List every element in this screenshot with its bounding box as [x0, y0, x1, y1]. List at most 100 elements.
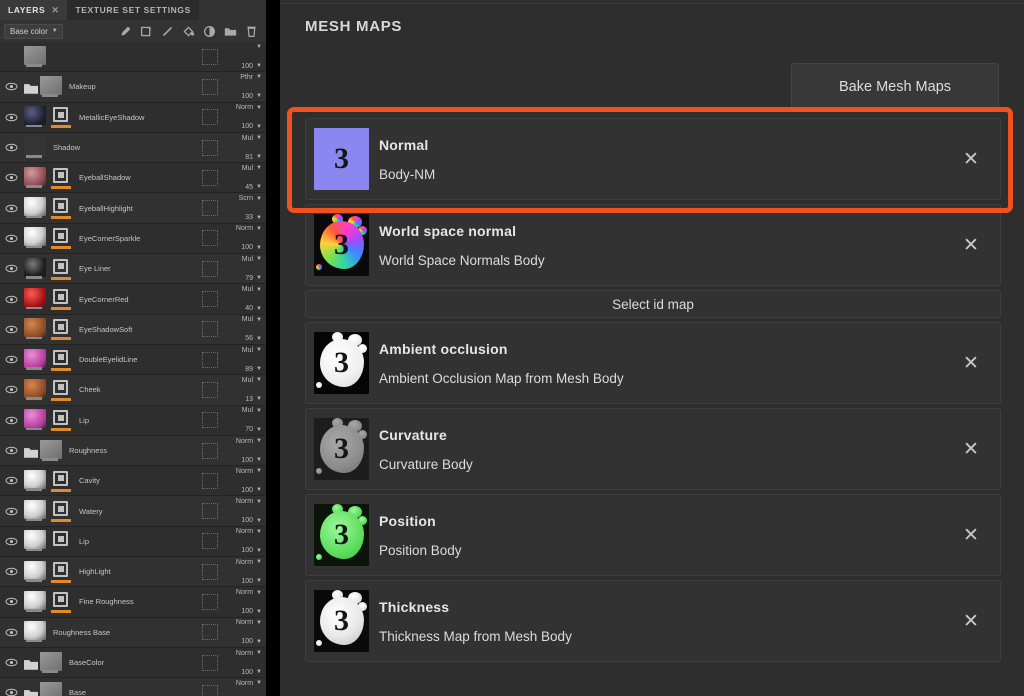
layer-mask-slot[interactable] [202, 472, 218, 489]
layer-row[interactable]: DoubleEyelidLine Mul ▼ 89 ▼ [0, 344, 266, 376]
layer-visibility-eye-icon[interactable] [0, 597, 22, 606]
mesh-map-thumbnail[interactable]: 3 [314, 590, 369, 652]
layer-mask-slot[interactable] [202, 503, 218, 520]
layer-mask-icon[interactable] [50, 288, 74, 311]
layer-thumbnail[interactable] [22, 288, 48, 310]
mesh-map-card[interactable]: 3 Thickness Thickness Map from Mesh Body ✕ [305, 580, 1001, 662]
layer-opacity[interactable]: 79 ▼ [245, 275, 262, 282]
channel-select[interactable]: Base color ▼ [4, 23, 63, 39]
remove-mesh-map-button[interactable]: ✕ [942, 438, 1000, 461]
close-icon[interactable]: ✕ [51, 5, 59, 15]
layer-visibility-eye-icon[interactable] [0, 507, 22, 516]
layer-row[interactable]: Lip Mul ▼ 70 ▼ [0, 405, 266, 436]
layer-visibility-eye-icon[interactable] [0, 476, 22, 485]
layer-blend-mode[interactable]: Norm ▼ [236, 225, 262, 232]
folder-icon[interactable] [224, 25, 237, 38]
mesh-map-card[interactable]: 3 Position Position Body ✕ [305, 494, 1001, 576]
layer-opacity[interactable]: 70 ▼ [245, 426, 262, 433]
layer-blend-mode[interactable]: Scrn ▼ [239, 195, 262, 202]
layer-blend-mode[interactable]: Norm ▼ [236, 589, 262, 596]
layer-opacity[interactable]: 100 ▼ [241, 669, 262, 676]
layer-row[interactable]: EyeShadowSoft Mul ▼ 56 ▼ [0, 314, 266, 345]
layer-thumbnail[interactable] [22, 106, 48, 128]
layer-mask-slot[interactable] [202, 291, 218, 308]
layer-blend-mode[interactable]: Mul ▼ [242, 316, 262, 323]
layer-mask-icon[interactable] [50, 500, 74, 523]
layer-opacity[interactable]: 100 ▼ [241, 638, 262, 645]
mesh-map-card[interactable]: 3 Normal Body-NM ✕ [305, 118, 1001, 200]
mesh-map-thumbnail[interactable]: 3 [314, 504, 369, 566]
layer-thumbnail[interactable] [38, 651, 64, 674]
layer-blend-mode[interactable]: Norm ▼ [236, 468, 262, 475]
layer-mask-slot[interactable] [202, 563, 218, 580]
layer-row[interactable]: MetallicEyeShadow Norm ▼ 100 ▼ [0, 102, 266, 133]
layer-visibility-eye-icon[interactable] [0, 204, 22, 213]
layer-mask-slot[interactable] [202, 533, 218, 550]
layer-mask-slot[interactable] [202, 321, 218, 338]
layer-blend-mode[interactable]: Mul ▼ [242, 407, 262, 414]
layer-thumbnail[interactable] [38, 75, 64, 98]
layer-visibility-eye-icon[interactable] [0, 385, 22, 394]
layer-blend-mode[interactable]: Mul ▼ [242, 347, 262, 354]
remove-mesh-map-button[interactable]: ✕ [942, 610, 1000, 633]
remove-mesh-map-button[interactable]: ✕ [942, 234, 1000, 257]
layer-opacity[interactable]: 100 ▼ [241, 578, 262, 585]
mesh-map-thumbnail[interactable]: 3 [314, 332, 369, 394]
layer-thumbnail[interactable] [22, 530, 48, 552]
layer-visibility-eye-icon[interactable] [0, 416, 22, 425]
layer-mask-slot[interactable] [202, 442, 218, 459]
layer-mask-slot[interactable] [202, 260, 218, 277]
layer-row[interactable]: Cheek Mul ▼ 13 ▼ [0, 375, 266, 406]
layer-thumbnail[interactable] [38, 681, 64, 696]
projection-icon[interactable] [203, 25, 216, 38]
layer-thumbnail[interactable] [22, 469, 48, 492]
layer-mask-slot[interactable] [202, 654, 218, 671]
layer-mask-slot[interactable] [202, 351, 218, 368]
layer-thumbnail[interactable] [22, 560, 48, 583]
layer-blend-mode[interactable]: Mul ▼ [242, 377, 262, 384]
layer-visibility-eye-icon[interactable] [0, 295, 22, 304]
layer-visibility-eye-icon[interactable] [0, 537, 22, 546]
layer-visibility-eye-icon[interactable] [0, 82, 22, 91]
layer-mask-icon[interactable] [50, 106, 74, 129]
layer-visibility-eye-icon[interactable] [0, 446, 22, 455]
layer-opacity[interactable]: 13 ▼ [245, 396, 262, 403]
layer-mask-slot[interactable] [202, 169, 218, 186]
layer-blend-mode[interactable]: Norm ▼ [236, 498, 262, 505]
layer-visibility-eye-icon[interactable] [0, 658, 22, 667]
layer-mask-slot[interactable] [202, 200, 218, 217]
layer-row[interactable]: Shadow Mul ▼ 81 ▼ [0, 132, 266, 164]
layer-row[interactable]: Watery Norm ▼ 100 ▼ [0, 496, 266, 527]
layer-thumbnail[interactable] [22, 227, 48, 249]
layer-list[interactable]: ▼ 100 ▼ Makeup Pthr ▼ 100 ▼ MetallicEyeShadow Nor… [0, 42, 266, 696]
mesh-map-card[interactable]: 3 World space normal World Space Normals B… [305, 204, 1001, 286]
layer-thumbnail[interactable] [38, 439, 64, 462]
layer-opacity[interactable]: 40 ▼ [245, 305, 262, 312]
layer-visibility-eye-icon[interactable] [0, 234, 22, 243]
layer-blend-mode[interactable]: Mul ▼ [242, 135, 262, 142]
layer-visibility-eye-icon[interactable] [0, 628, 22, 637]
layer-blend-mode[interactable]: Norm ▼ [236, 619, 262, 626]
layer-thumbnail[interactable] [22, 500, 48, 522]
layer-opacity[interactable]: 100 ▼ [241, 123, 262, 130]
layer-opacity[interactable]: 100 ▼ [241, 608, 262, 615]
select-id-map-button[interactable]: Select id map [305, 290, 1001, 318]
layer-blend-mode[interactable]: ▼ [253, 44, 262, 50]
layer-blend-mode[interactable]: Norm ▼ [236, 559, 262, 566]
line-icon[interactable] [161, 25, 174, 38]
layer-row[interactable]: EyeballHighlight Scrn ▼ 33 ▼ [0, 193, 266, 224]
layer-mask-icon[interactable] [50, 530, 74, 552]
mesh-map-card[interactable]: 3 Ambient occlusion Ambient Occlusion Map … [305, 322, 1001, 404]
layer-opacity[interactable]: 100 ▼ [241, 517, 262, 524]
layer-mask-icon[interactable] [50, 227, 74, 250]
layer-mask-icon[interactable] [50, 591, 74, 613]
layer-row[interactable]: Eye Liner Mul ▼ 79 ▼ [0, 254, 266, 285]
layer-mask-slot[interactable] [202, 684, 218, 696]
layer-visibility-eye-icon[interactable] [0, 143, 22, 152]
layer-thumbnail[interactable] [22, 348, 48, 371]
layer-row[interactable]: Base Norm▼100▼ [0, 678, 266, 696]
layer-blend-mode[interactable]: Norm ▼ [236, 104, 262, 111]
layer-row[interactable]: BaseColor Norm ▼ 100 ▼ [0, 647, 266, 679]
layer-mask-slot[interactable] [202, 139, 218, 156]
mesh-map-thumbnail[interactable]: 3 [314, 418, 369, 480]
